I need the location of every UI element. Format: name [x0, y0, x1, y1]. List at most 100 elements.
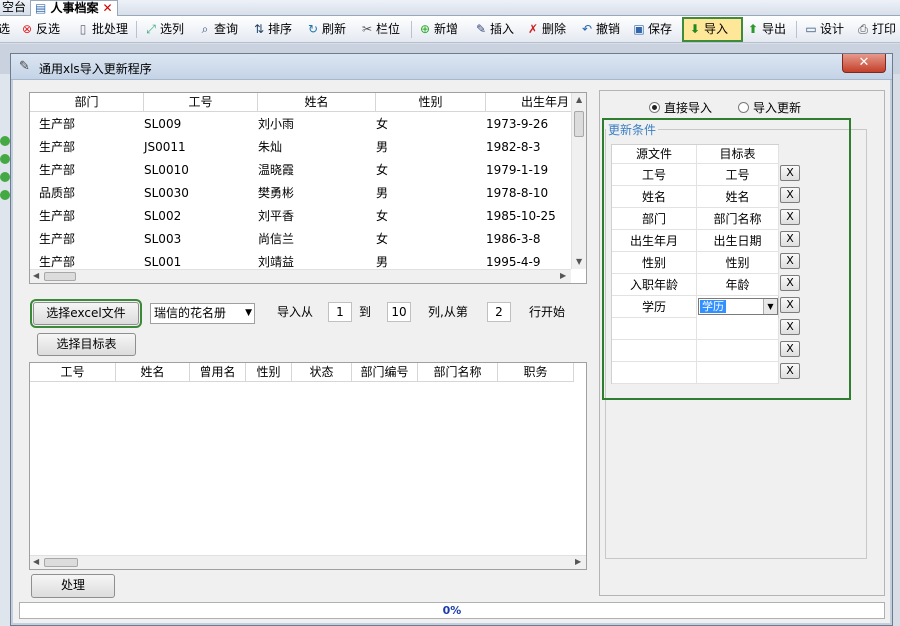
search-icon: ⌕ — [201, 22, 209, 36]
background-add-icon — [0, 172, 10, 182]
table-row[interactable]: 生产部 SL003 尚信兰 女 1986-3-8 — [30, 228, 572, 251]
column-header[interactable]: 性别 — [376, 93, 486, 112]
update-conditions-highlight — [602, 118, 851, 400]
column-header[interactable]: 工号 — [144, 93, 258, 112]
tab-doc-icon: ▤ — [35, 1, 47, 15]
import-icon: ⬇ — [689, 22, 701, 36]
invert-select-button[interactable]: ⊗ 反选 — [18, 19, 62, 40]
background-add-icon — [0, 190, 10, 200]
scroll-left-icon[interactable]: ◀ — [33, 271, 39, 280]
column-header[interactable]: 部门名称 — [418, 363, 498, 382]
batch-icon: ▯ — [79, 22, 87, 36]
column-header[interactable]: 状态 — [292, 363, 352, 382]
table-row[interactable]: 生产部 SL002 刘平香 女 1985-10-25 — [30, 205, 572, 228]
target-horizontal-scrollbar[interactable]: ◀ ▶ — [30, 555, 586, 569]
query-button[interactable]: ⌕ 查询 — [196, 19, 240, 40]
scroll-right-icon[interactable]: ▶ — [560, 271, 566, 280]
to-label: 到 — [359, 305, 372, 319]
select-button[interactable]: 选 — [0, 19, 12, 40]
table-row[interactable]: 生产部 SL009 刘小雨 女 1973-9-26 — [30, 113, 572, 136]
source-horizontal-scrollbar[interactable]: ◀ ▶ — [30, 269, 571, 283]
batch-button[interactable]: ▯ 批处理 — [74, 19, 130, 40]
background-add-icon — [0, 136, 10, 146]
column-header[interactable]: 部门编号 — [352, 363, 418, 382]
scroll-thumb[interactable] — [574, 111, 584, 137]
scroll-thumb[interactable] — [44, 272, 76, 281]
insert-icon: ✎ — [475, 22, 487, 36]
scroll-down-icon[interactable]: ▼ — [576, 257, 582, 266]
app-tab-bar: 空台 ▤ 人事档案 ✕ — [0, 0, 900, 16]
column-header[interactable]: 出生年月 — [486, 93, 572, 112]
add-button[interactable]: ⊕ 新增 — [416, 19, 460, 40]
insert-button[interactable]: ✎ 插入 — [472, 19, 516, 40]
save-button[interactable]: ▣ 保存 — [630, 19, 674, 40]
print-button[interactable]: ⎙ 打印 — [854, 19, 898, 40]
undo-button[interactable]: ↶ 撤销 — [578, 19, 622, 40]
row-start-label: 行开始 — [529, 305, 566, 319]
column-header[interactable]: 曾用名 — [190, 363, 246, 382]
select-excel-button[interactable]: 选择excel文件 — [30, 299, 142, 328]
background-add-icon — [0, 154, 10, 164]
column-header[interactable]: 职务 — [498, 363, 574, 382]
dialog-titlebar[interactable]: ✎ 通用xls导入更新程序 ✕ — [11, 54, 892, 80]
undo-icon: ↶ — [581, 22, 593, 36]
save-icon: ▣ — [633, 22, 645, 36]
scroll-left-icon[interactable]: ◀ — [33, 557, 39, 566]
column-header[interactable]: 姓名 — [258, 93, 376, 112]
column-header[interactable]: 性别 — [246, 363, 292, 382]
start-row-input[interactable]: 2 — [487, 302, 511, 322]
export-icon: ⬆ — [747, 22, 759, 36]
dialog-title: 通用xls导入更新程序 — [39, 62, 152, 76]
toolbar-separator — [411, 21, 412, 38]
invert-icon: ⊗ — [21, 22, 33, 36]
col-from-row-label: 列,从第 — [428, 305, 468, 319]
sort-button[interactable]: ⇅ 排序 — [250, 19, 294, 40]
scroll-thumb[interactable] — [44, 558, 78, 567]
target-data-grid: 工号 姓名 曾用名 性别 状态 部门编号 部门名称 职务 ◀ ▶ — [29, 362, 587, 570]
sort-icon: ⇅ — [253, 22, 265, 36]
table-row[interactable]: 生产部 SL0010 温晓霞 女 1979-1-19 — [30, 159, 572, 182]
chevron-down-icon: ▼ — [245, 308, 252, 318]
print-icon: ⎙ — [858, 22, 868, 36]
source-vertical-scrollbar[interactable]: ▲ ▼ — [571, 93, 586, 269]
table-row[interactable]: 生产部 JS0011 朱灿 男 1982-8-3 — [30, 136, 572, 159]
import-from-label: 导入从 — [277, 305, 314, 319]
refresh-icon: ↻ — [307, 22, 319, 36]
radio-selected-icon — [649, 102, 660, 113]
toolbar-separator — [136, 21, 137, 38]
column-header[interactable]: 姓名 — [116, 363, 190, 382]
toolbar-separator — [796, 21, 797, 38]
radio-unselected-icon — [738, 102, 749, 113]
process-button[interactable]: 处理 — [31, 574, 115, 598]
dialog-app-icon: ✎ — [19, 59, 30, 74]
direct-import-radio[interactable]: 直接导入 — [649, 99, 712, 116]
source-data-grid: 部门 工号 姓名 性别 出生年月 生产部 SL009 刘小雨 女 1973-9-… — [29, 92, 587, 284]
delete-button[interactable]: ✗ 删除 — [524, 19, 568, 40]
update-import-radio[interactable]: 导入更新 — [738, 99, 801, 116]
design-icon: ▭ — [805, 22, 817, 36]
table-row[interactable]: 品质部 SL0030 樊勇彬 男 1978-8-10 — [30, 182, 572, 205]
add-icon: ⊕ — [419, 22, 431, 36]
col-from-input[interactable]: 1 — [328, 302, 352, 322]
import-button[interactable]: ⬇ 导入 — [682, 17, 743, 42]
tab-workbench[interactable]: 空台 — [0, 0, 30, 16]
fields-icon: ✂ — [361, 22, 373, 36]
export-button[interactable]: ⬆ 导出 — [744, 19, 788, 40]
fields-button[interactable]: ✂ 栏位 — [358, 19, 402, 40]
scroll-right-icon[interactable]: ▶ — [575, 557, 581, 566]
select-columns-button[interactable]: ⤢ 选列 — [142, 19, 186, 40]
delete-icon: ✗ — [527, 22, 539, 36]
column-header[interactable]: 工号 — [30, 363, 116, 382]
main-toolbar: 选 ⊗ 反选 ▯ 批处理 ⤢ 选列 ⌕ 查询 ⇅ 排序 ↻ 刷新 ✂ 栏位 ⊕ 新增 ✎ 插入 ✗… — [0, 16, 900, 43]
col-to-input[interactable]: 10 — [387, 302, 411, 322]
column-header[interactable]: 部门 — [30, 93, 144, 112]
refresh-button[interactable]: ↻ 刷新 — [304, 19, 348, 40]
design-button[interactable]: ▭ 设计 — [802, 19, 846, 40]
sheet-select[interactable]: 瑞信的花名册 ▼ — [150, 303, 255, 324]
column-select-icon: ⤢ — [146, 22, 156, 36]
dialog-close-button[interactable]: ✕ — [842, 54, 886, 73]
tab-close-icon[interactable]: ✕ — [103, 1, 113, 15]
select-target-table-button[interactable]: 选择目标表 — [37, 333, 136, 356]
tab-personnel-files[interactable]: ▤ 人事档案 ✕ — [30, 0, 118, 16]
scroll-up-icon[interactable]: ▲ — [576, 95, 582, 104]
